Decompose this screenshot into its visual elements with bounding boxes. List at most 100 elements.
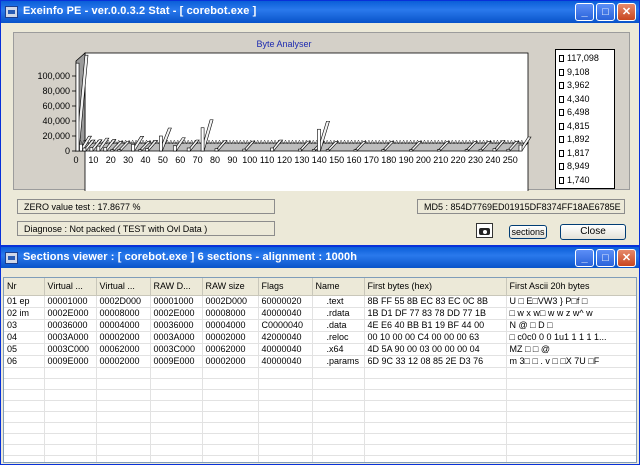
col-header-name[interactable]: Name <box>312 278 365 296</box>
empty-cell <box>150 389 203 401</box>
table-row[interactable]: 06 0009E000 00002000 0009E000 00002000 400000… <box>4 355 636 368</box>
x-tick-label: 100 <box>242 155 257 165</box>
sections-button[interactable]: sections <box>509 225 547 239</box>
empty-cell <box>364 411 507 423</box>
chart-legend: 117,098 9,108 3,962 4,340 6,498 4,815 1,892 1,8… <box>555 49 615 189</box>
legend-value: 117,098 <box>567 53 599 63</box>
x-tick-label: 40 <box>140 155 150 165</box>
chart-bar-face <box>325 149 330 152</box>
empty-cell <box>150 433 203 445</box>
sections-minimize-button[interactable]: _ <box>575 249 594 267</box>
chart-bar-face <box>75 62 80 152</box>
empty-cell <box>364 400 507 412</box>
cell-raw-size: 00004000 <box>202 319 259 332</box>
empty-cell <box>96 378 151 390</box>
col-header-raw-size[interactable]: RAW size <box>202 278 259 296</box>
y-tick-label: 60,000 <box>42 101 70 111</box>
empty-cell <box>96 400 151 412</box>
empty-cell <box>44 400 97 412</box>
legend-value: 6,498 <box>567 107 590 117</box>
legend-entry: 4,340 <box>559 94 590 104</box>
x-tick-label: 160 <box>346 155 361 165</box>
cell-flags: 60000020 <box>258 295 313 308</box>
cell-virtual-offset: 00036000 <box>44 319 97 332</box>
table-row[interactable]: 03 00036000 00004000 00036000 00004000 C00000… <box>4 319 636 332</box>
col-header-virtual-offset[interactable]: Virtual ... <box>44 278 97 296</box>
legend-swatch <box>559 68 564 76</box>
empty-cell <box>44 433 97 445</box>
minimize-button[interactable]: _ <box>575 3 594 21</box>
diagnose-panel: Diagnose : Not packed ( TEST with Ovl Da… <box>17 221 275 236</box>
sections-list[interactable]: Nr Virtual ... Virtual ... RAW D... RAW … <box>3 277 637 463</box>
legend-value: 1,740 <box>567 174 590 185</box>
zero-value-test-panel: ZERO value test : 17.8677 % <box>17 199 275 214</box>
empty-cell <box>364 422 507 434</box>
col-header-raw-data[interactable]: RAW D... <box>150 278 203 296</box>
cell-first-bytes-hex: 1B D1 DF 77 83 78 DD 77 1B <box>364 307 507 320</box>
col-header-nr[interactable]: Nr <box>4 278 45 296</box>
cell-raw-data: 00036000 <box>150 319 203 332</box>
sections-close-button[interactable]: ✕ <box>617 249 636 267</box>
legend-value: 4,340 <box>567 93 590 104</box>
y-tick-label: 40,000 <box>42 116 70 126</box>
col-header-first-bytes-hex[interactable]: First bytes (hex) <box>364 278 507 296</box>
close-window-button[interactable]: ✕ <box>617 3 636 21</box>
cell-virtual-offset: 0009E000 <box>44 355 97 368</box>
empty-cell <box>312 433 365 445</box>
legend-swatch <box>559 163 564 170</box>
sections-viewer-window: Sections viewer : [ corebot.exe ] 6 sect… <box>0 246 640 465</box>
chart-back-wall <box>84 52 529 191</box>
x-tick-label: 180 <box>381 155 396 165</box>
cell-nr: 05 <box>4 343 45 356</box>
col-header-virtual-size[interactable]: Virtual ... <box>96 278 151 296</box>
cell-raw-data: 0003C000 <box>150 343 203 356</box>
empty-cell <box>44 411 97 423</box>
table-row[interactable]: 01 ep 00001000 0002D000 00001000 0002D000 600… <box>4 295 636 308</box>
cell-nr: 02 im <box>4 307 45 320</box>
cell-virtual-size: 00062000 <box>96 343 151 356</box>
table-row[interactable]: 05 0003C000 00062000 0003C000 00062000 400000… <box>4 343 636 356</box>
empty-cell <box>506 455 636 462</box>
empty-row <box>4 422 636 434</box>
cell-first-ascii: U □ E□VW3 } P□f □ <box>506 295 636 308</box>
cell-name: .params <box>312 355 365 368</box>
empty-cell <box>96 422 151 434</box>
camera-screenshot-icon[interactable] <box>476 223 493 238</box>
col-header-flags[interactable]: Flags <box>258 278 313 296</box>
sections-maximize-button[interactable]: □ <box>596 249 615 267</box>
maximize-button[interactable]: □ <box>596 3 615 21</box>
chart-bar-face <box>159 135 163 152</box>
legend-swatch <box>559 136 564 143</box>
empty-cell <box>202 444 259 456</box>
legend-entry: 1,817 <box>559 148 590 158</box>
empty-cell <box>4 444 45 456</box>
empty-cell <box>4 411 45 423</box>
cell-name: .rdata <box>312 307 365 320</box>
x-tick-label: 130 <box>294 155 309 165</box>
chart-bar-face <box>200 127 205 152</box>
empty-cell <box>150 400 203 412</box>
empty-cell <box>312 411 365 423</box>
empty-cell <box>96 433 151 445</box>
main-titlebar[interactable]: Exeinfo PE - ver.0.0.3.2 Stat - [ corebo… <box>1 1 639 23</box>
col-header-first-ascii[interactable]: First Ascii 20h bytes <box>506 278 636 296</box>
cell-name: .x64 <box>312 343 365 356</box>
x-tick-label: 200 <box>416 155 431 165</box>
legend-entry: 117,098 <box>559 53 599 63</box>
table-row[interactable]: 02 im 0002E000 00008000 0002E000 00008000 400… <box>4 307 636 320</box>
x-tick-label: 220 <box>451 155 466 165</box>
empty-cell <box>4 400 45 412</box>
x-tick-label: 10 <box>88 155 98 165</box>
legend-swatch <box>559 55 564 62</box>
chart-bar-face <box>214 148 219 152</box>
cell-nr: 06 <box>4 355 45 368</box>
y-tick-label: 20,000 <box>42 131 70 141</box>
chart-bar-face <box>138 149 142 152</box>
close-button[interactable]: Close <box>560 224 626 240</box>
cell-raw-data: 0009E000 <box>150 355 203 368</box>
sections-titlebar[interactable]: Sections viewer : [ corebot.exe ] 6 sect… <box>1 247 639 268</box>
table-row[interactable]: 04 0003A000 00002000 0003A000 00002000 420000… <box>4 331 636 344</box>
cell-first-ascii: □ c0c0 0 0 1u1 1 1 1 1... <box>506 331 636 344</box>
legend-value: 1,817 <box>567 147 590 158</box>
chart-bar-face <box>270 147 274 152</box>
